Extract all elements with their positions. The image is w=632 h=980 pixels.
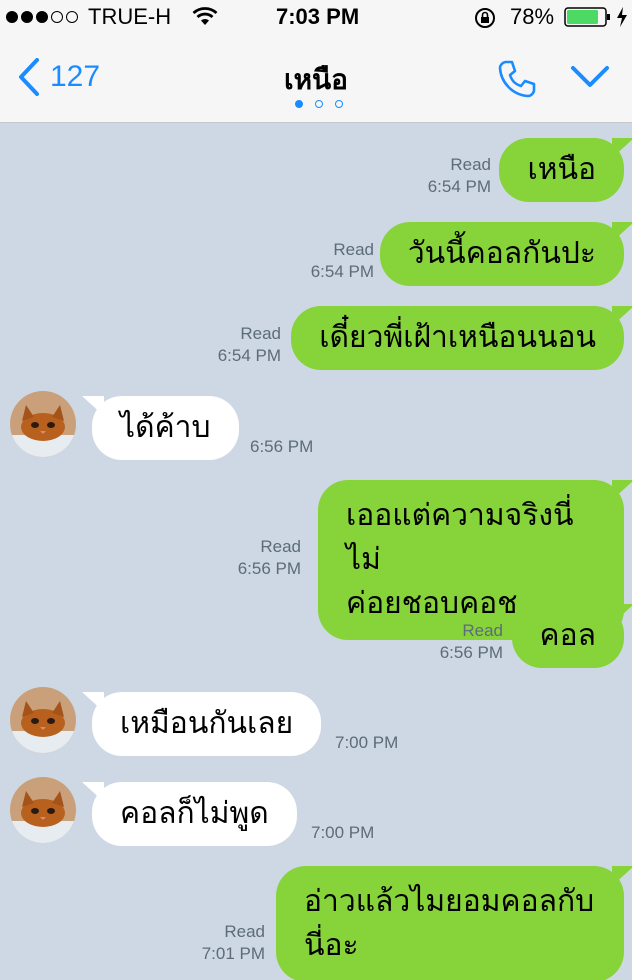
wifi-icon (192, 7, 218, 25)
page-indicator (295, 100, 343, 108)
read-status: Read (240, 324, 281, 343)
message-text: วันนี้คอลกันปะ (407, 236, 596, 271)
read-status: Read (333, 240, 374, 259)
charging-bolt-icon (617, 7, 627, 27)
message-text-line: นี่อะ (304, 928, 359, 963)
read-status: Read (462, 621, 503, 640)
message-text: คอลก็ไม่พูด (120, 796, 269, 831)
bubble-tail (612, 480, 632, 500)
message-time: 7:00 PM (311, 823, 375, 842)
chevron-down-icon (571, 66, 609, 87)
cat-avatar-image (10, 687, 76, 753)
message-meta: Read 6:54 PM (428, 154, 491, 198)
bubble-tail (612, 138, 632, 158)
message-meta: Read 6:54 PM (218, 323, 281, 367)
message-text: ได้ค้าบ (120, 410, 211, 445)
message-time: 6:54 PM (217, 346, 281, 365)
avatar[interactable] (10, 777, 76, 843)
carrier-name: TRUE-H (88, 4, 172, 29)
bubble-tail (612, 604, 632, 624)
rotation-lock-icon (475, 8, 495, 28)
bubble-tail (82, 692, 104, 712)
message-time: 6:56 PM (237, 559, 301, 578)
avatar[interactable] (10, 687, 76, 753)
message-time: 6:54 PM (427, 177, 491, 196)
message-list[interactable]: Read 6:54 PM เหนือ Read 6:54 PM วันนี้คอ… (0, 124, 632, 980)
message-text-line: เออแต่ความจริงนี่ไม่ (346, 498, 574, 577)
avatar[interactable] (10, 391, 76, 457)
phone-icon (498, 60, 536, 98)
message-bubble-outgoing[interactable]: เหนือ (499, 138, 632, 202)
message-bubble-incoming[interactable]: ได้ค้าบ (82, 396, 239, 460)
read-status: Read (450, 155, 491, 174)
bubble-tail (82, 782, 104, 802)
message-meta: Read 7:01 PM (202, 921, 265, 965)
battery-percent: 78% (510, 4, 555, 29)
read-status: Read (260, 537, 301, 556)
cat-avatar-image (10, 391, 76, 457)
bubble-tail (612, 866, 632, 886)
status-bar: TRUE-H 7:03 PM 78% (0, 0, 632, 36)
battery-icon (564, 7, 610, 27)
message-text: เหมือนกันเลย (120, 706, 294, 741)
message-bubble-incoming[interactable]: เหมือนกันเลย (82, 692, 322, 756)
dropdown-button[interactable] (570, 64, 610, 94)
message-bubble-incoming[interactable]: คอลก็ไม่พูด (82, 782, 297, 846)
message-meta: Read 6:56 PM (440, 620, 503, 664)
bubble-tail (82, 396, 104, 416)
cat-avatar-image (10, 777, 76, 843)
message-bubble-outgoing[interactable]: คอล (511, 604, 632, 668)
message-text: คอล (539, 618, 596, 653)
message-text: เดี๋ยวพี่เฝ้าเหนือนนอน (319, 320, 596, 355)
message-time: 7:01 PM (201, 944, 265, 963)
message-meta: Read 6:54 PM (311, 239, 374, 283)
navigation-bar: 127 เหนือ (0, 36, 632, 123)
message-text-line: อ่าวแล้วไมยอมคอลกับ (304, 884, 595, 919)
message-bubble-outgoing[interactable]: วันนี้คอลกันปะ (379, 222, 632, 286)
clock: 7:03 PM (276, 4, 360, 29)
message-time: 6:56 PM (250, 437, 314, 456)
read-status: Read (224, 922, 265, 941)
call-button[interactable] (496, 58, 538, 104)
bubble-tail (612, 222, 632, 242)
message-bubble-outgoing[interactable]: อ่าวแล้วไมยอมคอลกับ นี่อะ (276, 866, 632, 980)
message-bubble-outgoing[interactable]: เดี๋ยวพี่เฝ้าเหนือนนอน (291, 306, 632, 370)
signal-strength-icon (6, 11, 78, 23)
message-time: 6:54 PM (310, 262, 374, 281)
message-time: 7:00 PM (335, 733, 399, 752)
bubble-tail (612, 306, 632, 326)
message-time: 6:56 PM (439, 643, 503, 662)
message-meta: Read 6:56 PM (238, 536, 301, 580)
message-text: เหนือ (527, 152, 596, 187)
